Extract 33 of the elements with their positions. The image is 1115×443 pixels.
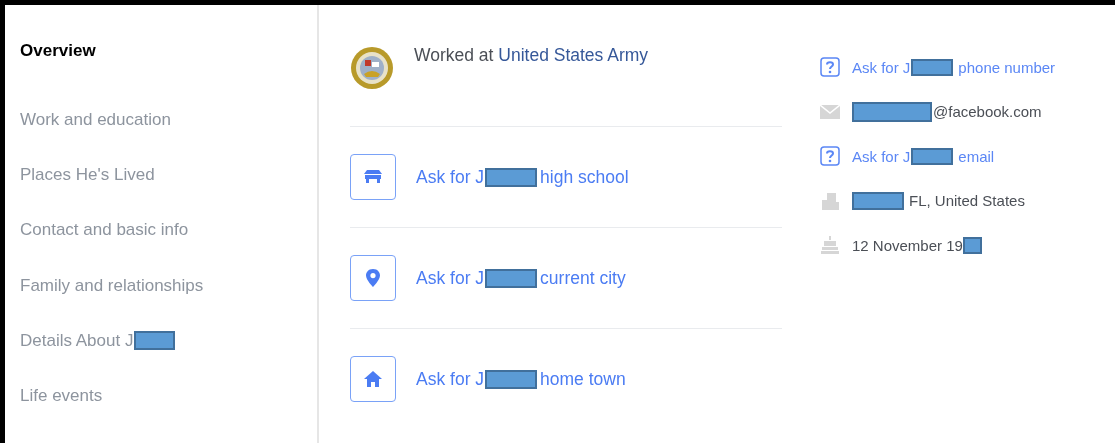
location-text: FL, United States [909, 192, 1025, 210]
work-text: Worked at United States Army [414, 45, 649, 66]
redaction-bar [485, 167, 538, 187]
sidebar-item[interactable]: Places He's Lived [20, 147, 317, 203]
redaction-bar [911, 58, 954, 76]
sidebar-item[interactable]: Family and relationships [20, 257, 317, 314]
email-text: @facebook.com [933, 103, 1042, 121]
cake-icon [820, 235, 840, 256]
school-icon [350, 154, 396, 200]
redaction-bar [962, 236, 982, 254]
redaction-bar [485, 369, 538, 389]
buildings-icon [820, 190, 840, 211]
location-pin-icon [350, 255, 396, 301]
question-icon [820, 146, 840, 167]
redaction-bar [911, 147, 954, 165]
employer-link[interactable]: United States Army [498, 45, 649, 65]
ask-link[interactable]: Ask for J high school [416, 166, 629, 188]
envelope-icon [820, 104, 840, 119]
sidebar-item[interactable]: Overview [20, 37, 317, 64]
sidebar-item[interactable]: Life events [20, 368, 317, 424]
ask-link[interactable]: Ask for J home town [416, 368, 626, 390]
seal-icon [350, 46, 394, 90]
house-icon [350, 356, 396, 402]
ask-link[interactable]: Ask for J phone number [852, 58, 1056, 76]
sidebar-item[interactable]: Details About J [20, 313, 317, 369]
ask-link[interactable]: Ask for J current city [416, 267, 626, 289]
question-icon [820, 57, 840, 78]
sidebar-item[interactable]: Contact and basic info [20, 202, 317, 258]
redaction-bar [852, 191, 904, 210]
ask-link[interactable]: Ask for J email [852, 147, 995, 165]
sidebar-item[interactable]: Work and education [20, 92, 317, 148]
redaction-bar [485, 268, 538, 288]
birthday-text: 12 November 19 [852, 236, 963, 254]
